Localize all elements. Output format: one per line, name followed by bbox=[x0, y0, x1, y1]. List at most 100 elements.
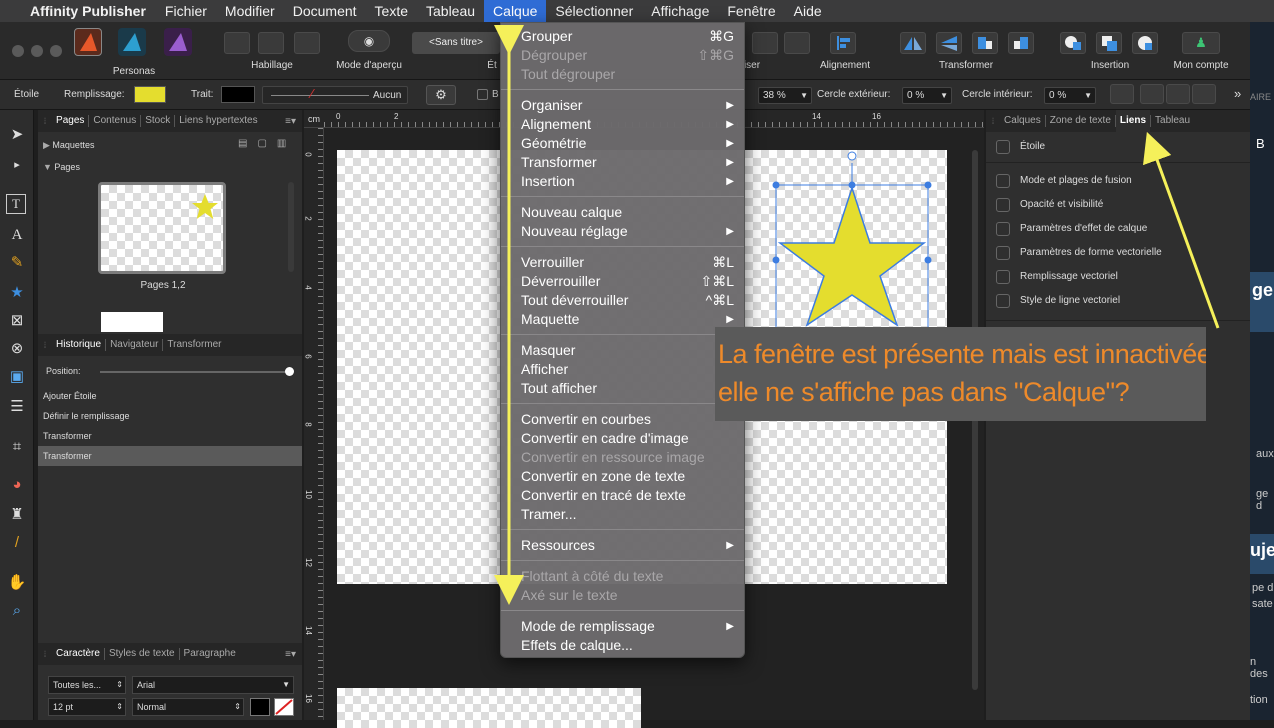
menu-item-masquer[interactable]: Masquer bbox=[521, 341, 734, 360]
option-checkbox[interactable] bbox=[477, 89, 488, 100]
menu-item-deverrouiller[interactable]: Déverrouiller ⇧⌘L bbox=[521, 272, 734, 291]
menu-item-convertir-ressource-image[interactable]: Convertir en ressource image bbox=[521, 448, 734, 467]
menu-fenetre[interactable]: Fenêtre bbox=[718, 0, 784, 22]
menu-item-insertion[interactable]: Insertion ▶ bbox=[521, 172, 734, 191]
table-tool-icon[interactable]: ☰ bbox=[6, 396, 28, 418]
menu-item-flottant[interactable]: Flottant à côté du texte bbox=[521, 567, 734, 586]
zoom-field[interactable]: 38 % ▼ bbox=[758, 87, 812, 104]
menu-modifier[interactable]: Modifier bbox=[216, 0, 284, 22]
node-tool-icon[interactable]: ▸ bbox=[6, 154, 28, 176]
link-checkbox[interactable] bbox=[996, 246, 1010, 260]
link-checkbox[interactable] bbox=[996, 222, 1010, 236]
menu-item-mode-remplissage[interactable]: Mode de remplissage ▶ bbox=[521, 617, 734, 636]
history-item-selected[interactable]: Transformer bbox=[38, 446, 302, 466]
font-scope-select[interactable]: Toutes les... ⇕ bbox=[48, 676, 126, 694]
tab-historique[interactable]: Historique bbox=[52, 339, 107, 351]
text-style-select[interactable]: <Sans titre> bbox=[412, 32, 500, 54]
crop-tool-icon[interactable]: ⌗ bbox=[6, 436, 28, 458]
slider-knob[interactable] bbox=[285, 367, 294, 376]
menu-item-nouveau-reglage[interactable]: Nouveau réglage ▶ bbox=[521, 222, 734, 241]
menu-item-organiser[interactable]: Organiser ▶ bbox=[521, 96, 734, 115]
pages-scrollbar[interactable] bbox=[288, 182, 294, 272]
link-checkbox[interactable] bbox=[996, 294, 1010, 308]
toolbar-hidden-button-1[interactable] bbox=[752, 32, 778, 54]
transparency-tool-icon[interactable]: / bbox=[6, 532, 28, 554]
close-window-button[interactable] bbox=[12, 45, 24, 57]
inner-circle-field[interactable]: 0 % ▼ bbox=[1044, 87, 1096, 104]
font-family-select[interactable]: Arial ▼ bbox=[132, 676, 294, 694]
menu-calque[interactable]: Calque bbox=[484, 0, 547, 22]
menu-item-tout-afficher[interactable]: Tout afficher bbox=[521, 379, 734, 398]
align-left-button[interactable] bbox=[830, 32, 856, 54]
rotate-right-button[interactable] bbox=[1008, 32, 1034, 54]
bounding-box-icon[interactable] bbox=[1192, 84, 1216, 104]
ruler-vertical[interactable]: 0 2 4 6 8 10 12 14 16 bbox=[304, 128, 324, 720]
tab-contenus[interactable]: Contenus bbox=[89, 115, 142, 127]
menu-item-geometrie[interactable]: Géométrie ▶ bbox=[521, 134, 734, 153]
menu-item-tout-degrouper[interactable]: Tout dégrouper bbox=[521, 65, 734, 84]
page-thumbnail-2[interactable] bbox=[101, 312, 163, 332]
tab-navigateur[interactable]: Navigateur bbox=[106, 339, 164, 351]
tab-tableau[interactable]: Tableau bbox=[1150, 115, 1194, 127]
preview-mode-button[interactable]: ◉ bbox=[348, 30, 390, 52]
disclosure-right-icon[interactable]: ▶ bbox=[43, 140, 52, 150]
tab-paragraphe[interactable]: Paragraphe bbox=[180, 648, 240, 660]
move-tool-icon[interactable]: ➤ bbox=[6, 124, 28, 146]
link-checkbox[interactable] bbox=[996, 270, 1010, 284]
visibility-eye-icon[interactable] bbox=[1140, 84, 1164, 104]
pages-row[interactable]: ▼ Pages bbox=[38, 157, 302, 177]
tab-stock[interactable]: Stock bbox=[141, 115, 176, 127]
menu-texte[interactable]: Texte bbox=[366, 0, 417, 22]
tab-styles-de-texte[interactable]: Styles de texte bbox=[105, 648, 180, 660]
transform-origin-icon[interactable] bbox=[1166, 84, 1190, 104]
menu-affichage[interactable]: Affichage bbox=[642, 0, 718, 22]
settings-gear-icon[interactable]: ⚙ bbox=[426, 85, 456, 105]
font-style-select[interactable]: Normal ⇕ bbox=[132, 698, 244, 716]
page-thumbnail[interactable] bbox=[98, 182, 226, 274]
rotate-left-button[interactable] bbox=[972, 32, 998, 54]
history-item[interactable]: Transformer bbox=[38, 426, 302, 446]
disclosure-down-icon[interactable]: ▼ bbox=[43, 162, 54, 172]
menu-item-nouveau-calque[interactable]: Nouveau calque bbox=[521, 203, 734, 222]
menu-item-effets-calque[interactable]: Effets de calque... bbox=[521, 636, 734, 655]
wrap-square-button[interactable] bbox=[224, 32, 250, 54]
tab-zone-de-texte[interactable]: Zone de texte bbox=[1046, 115, 1116, 127]
toolbar-hidden-button-2[interactable] bbox=[784, 32, 810, 54]
insert-shape-button-3[interactable] bbox=[1132, 32, 1158, 54]
wrap-tight-button[interactable] bbox=[258, 32, 284, 54]
zoom-tool-icon[interactable]: ⌕ bbox=[6, 600, 28, 622]
next-page[interactable] bbox=[337, 688, 641, 728]
menu-item-grouper[interactable]: Grouper ⌘G bbox=[521, 27, 734, 46]
tab-liens-hypertextes[interactable]: Liens hypertextes bbox=[175, 115, 261, 127]
fill-tool-icon[interactable]: ♜ bbox=[6, 504, 28, 526]
flip-vertical-button[interactable] bbox=[936, 32, 962, 54]
menu-fichier[interactable]: Fichier bbox=[156, 0, 216, 22]
tab-caractere[interactable]: Caractère bbox=[52, 648, 105, 660]
designer-persona-icon[interactable] bbox=[118, 28, 146, 56]
tab-calques[interactable]: Calques bbox=[1000, 115, 1046, 127]
tab-liens[interactable]: Liens bbox=[1115, 110, 1151, 132]
color-picker-tool-icon[interactable]: ◕ bbox=[6, 474, 28, 496]
minimize-window-button[interactable] bbox=[31, 45, 43, 57]
publisher-persona-icon[interactable] bbox=[74, 28, 102, 56]
apple-icon[interactable] bbox=[0, 0, 19, 22]
overflow-chevron-icon[interactable]: » bbox=[1234, 86, 1241, 101]
menu-item-ressources[interactable]: Ressources ▶ bbox=[521, 536, 734, 555]
history-item[interactable]: Définir le remplissage bbox=[38, 406, 302, 426]
menu-item-tout-deverrouiller[interactable]: Tout déverrouiller ^⌘L bbox=[521, 291, 734, 310]
pages-actions-icons[interactable]: ▤▢▥ bbox=[238, 138, 296, 149]
menu-tableau[interactable]: Tableau bbox=[417, 0, 484, 22]
menu-item-afficher[interactable]: Afficher bbox=[521, 360, 734, 379]
panel-menu-icon[interactable]: ≡▾ bbox=[285, 649, 302, 660]
link-checkbox[interactable] bbox=[996, 174, 1010, 188]
photo-persona-icon[interactable] bbox=[164, 28, 192, 56]
pen-tool-icon[interactable]: ✎ bbox=[6, 252, 28, 274]
wrap-none-button[interactable] bbox=[294, 32, 320, 54]
hand-tool-icon[interactable]: ✋ bbox=[6, 572, 28, 594]
ellipse-frame-tool-icon[interactable]: ⊗ bbox=[6, 338, 28, 360]
snap-crosshair-icon[interactable] bbox=[1110, 84, 1134, 104]
zoom-window-button[interactable] bbox=[50, 45, 62, 57]
menu-item-degrouper[interactable]: Dégrouper ⇧⌘G bbox=[521, 46, 734, 65]
flip-horizontal-button[interactable] bbox=[900, 32, 926, 54]
menu-selectionner[interactable]: Sélectionner bbox=[546, 0, 642, 22]
